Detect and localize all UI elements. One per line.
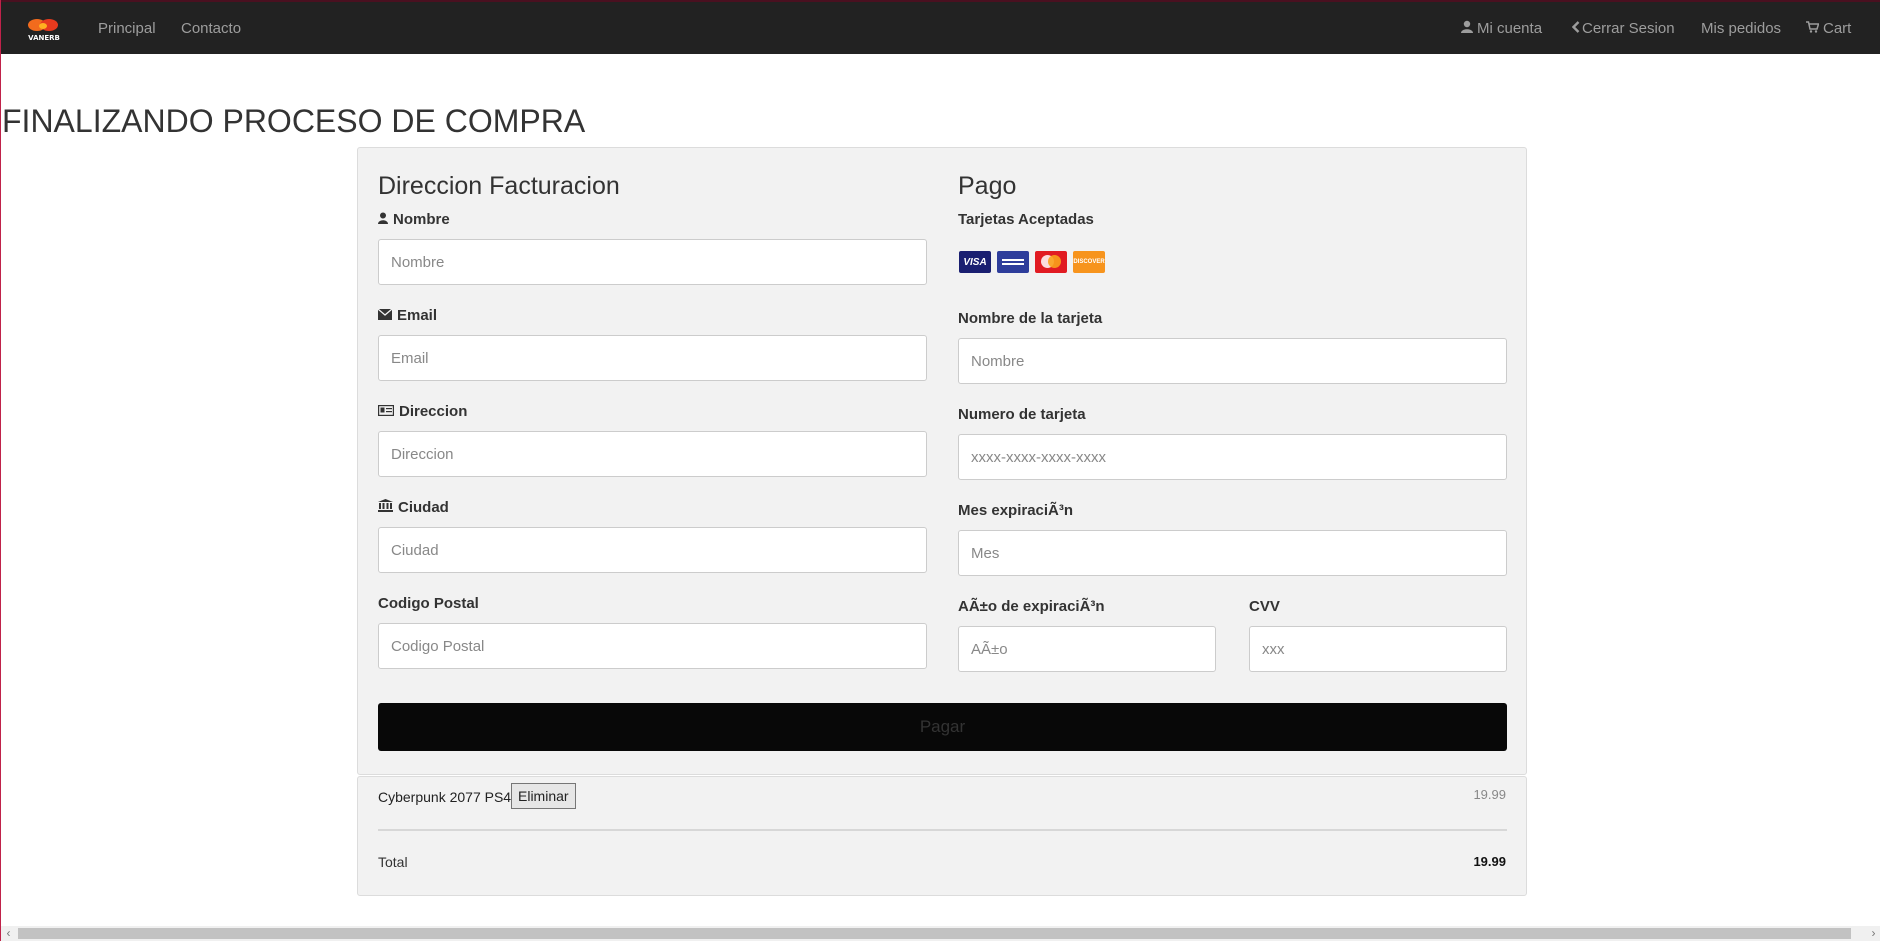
- city-field[interactable]: [378, 527, 927, 573]
- payment-title: Pago: [958, 172, 1017, 200]
- nav-link-contacto[interactable]: Contacto: [181, 20, 241, 37]
- email-label: Email: [377, 307, 438, 324]
- name-field[interactable]: [378, 239, 927, 285]
- cart-summary: Cyberpunk 2077 PS4 Eliminar 19.99 Total …: [357, 776, 1527, 896]
- card-name-field[interactable]: [958, 338, 1507, 384]
- accepted-cards: VISA DISCOVER: [959, 251, 1105, 273]
- cart-icon: [1806, 20, 1820, 37]
- card-number-label: Numero de tarjeta: [958, 406, 1086, 423]
- amex-card-icon: [997, 251, 1029, 273]
- city-label: Ciudad: [378, 499, 449, 516]
- user-icon: [1461, 20, 1473, 37]
- label-text: Ciudad: [398, 499, 449, 516]
- pay-button[interactable]: Pagar: [378, 703, 1507, 751]
- cvv-field[interactable]: [1249, 626, 1507, 672]
- label-text: Email: [397, 307, 438, 324]
- label-text: Direccion: [399, 403, 468, 420]
- institution-icon: [378, 499, 393, 516]
- address-field[interactable]: [378, 431, 927, 477]
- card-name-label: Nombre de la tarjeta: [958, 310, 1103, 327]
- discover-card-icon: DISCOVER: [1073, 251, 1105, 273]
- visa-card-icon: VISA: [959, 251, 991, 273]
- checkout-form: Direccion Facturacion Nombre Email Direc…: [357, 147, 1527, 775]
- scroll-right-icon[interactable]: ›: [1866, 926, 1880, 941]
- nav-link-mi-cuenta[interactable]: Mi cuenta: [1461, 20, 1542, 37]
- nav-label: Cerrar Sesion: [1582, 20, 1675, 37]
- exp-year-field[interactable]: [958, 626, 1216, 672]
- nav-link-cerrar-sesion[interactable]: Cerrar Sesion: [1571, 20, 1675, 37]
- nav-link-mis-pedidos[interactable]: Mis pedidos: [1701, 20, 1781, 37]
- postal-code-label: Codigo Postal: [378, 595, 479, 612]
- nav-link-cart[interactable]: Cart: [1806, 20, 1851, 37]
- nav-label: Cart: [1823, 20, 1852, 37]
- divider: [378, 829, 1507, 831]
- label-text: Nombre: [393, 211, 450, 228]
- page-title: FINALIZANDO PROCESO DE COMPRA: [2, 103, 586, 139]
- name-label: Nombre: [378, 211, 450, 228]
- chevron-left-icon: [1571, 20, 1580, 37]
- navbar: VANERB Principal Contacto Mi cuenta Cerr…: [1, 0, 1880, 54]
- mastercard-icon: [1035, 251, 1067, 273]
- total-value: 19.99: [1473, 854, 1506, 869]
- exp-month-field[interactable]: [958, 530, 1507, 576]
- id-card-icon: [378, 403, 395, 420]
- envelope-icon: [377, 307, 393, 324]
- brand-logo[interactable]: VANERB: [19, 16, 69, 44]
- cart-item-price: 19.99: [1473, 787, 1506, 802]
- total-label: Total: [378, 854, 408, 870]
- cvv-label: CVV: [1249, 598, 1280, 615]
- accepted-cards-label: Tarjetas Aceptadas: [958, 211, 1094, 228]
- scrollbar-thumb[interactable]: [18, 928, 1851, 939]
- user-icon: [378, 211, 388, 228]
- nav-label: Mi cuenta: [1477, 20, 1543, 37]
- card-number-field[interactable]: [958, 434, 1507, 480]
- horizontal-scrollbar[interactable]: ‹ ›: [1, 926, 1880, 941]
- billing-title: Direccion Facturacion: [378, 172, 620, 200]
- remove-item-button[interactable]: Eliminar: [511, 783, 576, 809]
- scroll-left-icon[interactable]: ‹: [1, 926, 16, 941]
- email-field[interactable]: [378, 335, 927, 381]
- exp-year-label: AÃ±o de expiraciÃ³n: [958, 598, 1105, 615]
- nav-link-principal[interactable]: Principal: [98, 20, 156, 37]
- logo-text: VANERB: [28, 34, 60, 42]
- exp-month-label: Mes expiraciÃ³n: [958, 502, 1074, 519]
- address-label: Direccion: [378, 403, 467, 420]
- postal-code-field[interactable]: [378, 623, 927, 669]
- cart-item-name: Cyberpunk 2077 PS4: [378, 789, 512, 805]
